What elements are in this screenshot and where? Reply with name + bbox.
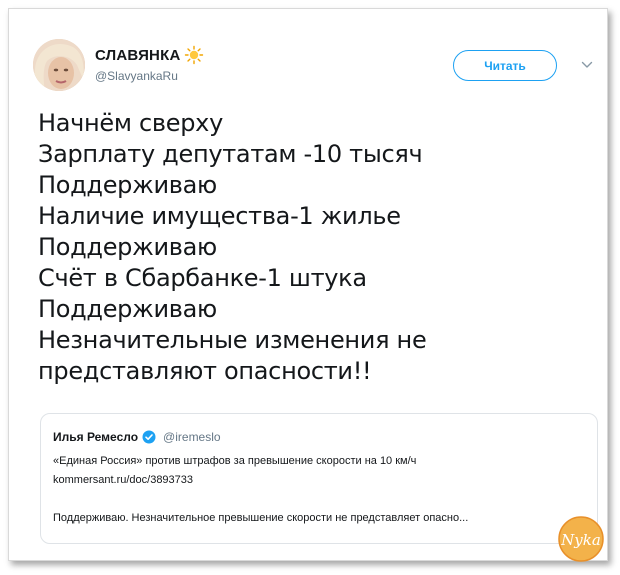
tweet-line: Незначительные изменения не	[38, 326, 427, 354]
follow-button[interactable]: Читать	[453, 50, 557, 81]
tweet-line: Наличие имущества-1 жилье	[38, 202, 401, 230]
verified-badge-icon	[142, 430, 156, 444]
tweet-line: Начнём сверху	[38, 109, 223, 137]
watermark-logo: Nyka	[558, 516, 604, 562]
quoted-tweet-line: «Единая Россия» против штрафов за превыш…	[53, 455, 417, 467]
watermark-logo-text: Nyka	[560, 531, 601, 549]
tweet-line: Поддерживаю	[38, 295, 217, 323]
quoted-tweet-header: Илья Ремесло @iremeslo	[53, 430, 221, 444]
quoted-tweet-card[interactable]: Илья Ремесло @iremeslo «Единая Россия» п…	[40, 413, 598, 544]
profile-handle[interactable]: @SlavyankaRu	[95, 69, 178, 83]
sun-icon	[185, 45, 204, 65]
quoted-author-name: Илья Ремесло	[53, 430, 139, 444]
chevron-down-icon[interactable]	[581, 60, 593, 70]
quoted-author-handle: @iremeslo	[163, 430, 221, 444]
quoted-tweet-link[interactable]: kommersant.ru/doc/3893733	[53, 471, 583, 490]
tweet-screenshot-frame: СЛАВЯНКА @SlavyankaRu Читать Начнём свер…	[8, 8, 608, 561]
tweet-line: Счёт в Сбарбанке-1 штука	[38, 264, 367, 292]
avatar-photo	[33, 39, 85, 91]
tweet-text: Начнём сверху Зарплату депутатам -10 тыс…	[38, 108, 598, 387]
profile-name-row: СЛАВЯНКА	[95, 45, 204, 65]
tweet-line: представляют опасности!!	[38, 357, 372, 385]
display-name[interactable]: СЛАВЯНКА	[95, 47, 180, 64]
avatar[interactable]	[33, 39, 85, 91]
tweet-line: Поддерживаю	[38, 171, 217, 199]
tweet-line: Зарплату депутатам -10 тысяч	[38, 140, 423, 168]
quoted-tweet-reply: Поддерживаю. Незначительное превышение с…	[53, 512, 469, 524]
tweet-line: Поддерживаю	[38, 233, 217, 261]
quoted-tweet-body: «Единая Россия» против штрафов за превыш…	[53, 452, 583, 490]
